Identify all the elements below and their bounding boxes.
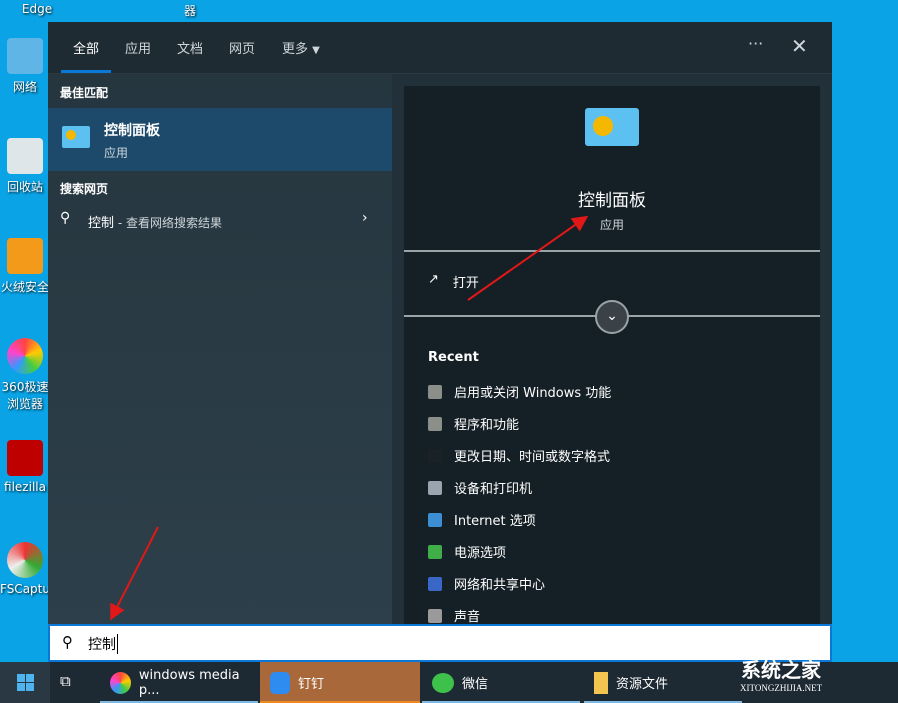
annotation-arrows <box>110 215 589 621</box>
arrow-to-title <box>467 215 589 301</box>
arrow-to-search <box>110 526 159 621</box>
